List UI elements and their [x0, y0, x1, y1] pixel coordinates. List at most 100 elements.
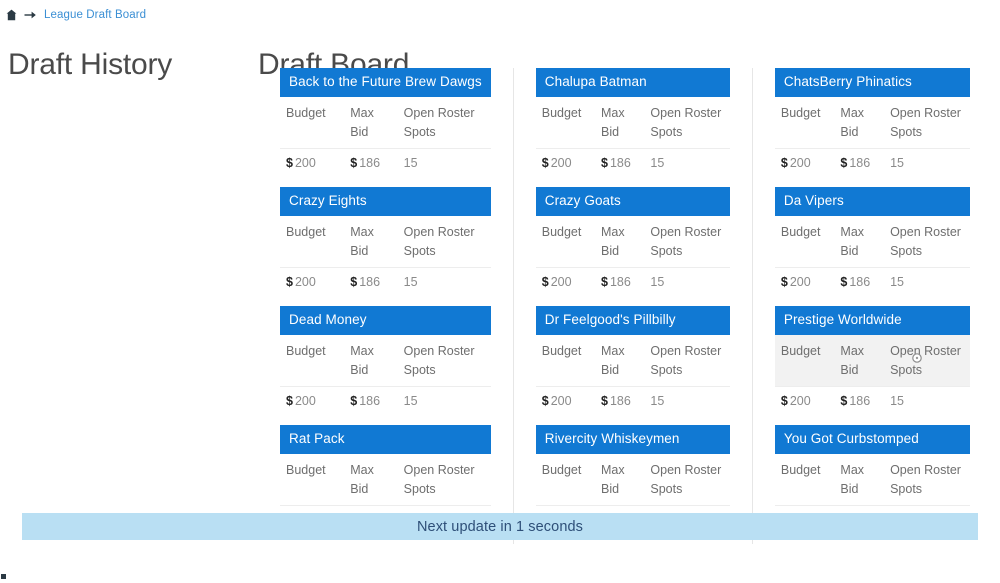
header-max-bid: Max Bid	[834, 335, 885, 387]
header-budget: Budget	[535, 216, 595, 268]
header-budget: Budget	[774, 454, 835, 506]
header-open-roster-spots: Open Roster Spots	[884, 97, 970, 149]
team-stats-value-row: $200$18615	[280, 268, 491, 295]
value-open-roster-spots: 15	[650, 156, 665, 170]
team-card-header[interactable]: Dr Feelgood's Pillbilly	[535, 306, 730, 335]
value-budget: $200	[280, 268, 344, 295]
header-max-bid: Max Bid	[344, 335, 398, 387]
value-budget: $200	[280, 149, 344, 176]
budget-amount: 200	[789, 394, 811, 408]
max-bid-amount: 186	[849, 394, 871, 408]
team-stats-header-row: Budget Max Bid Open Roster Spots	[280, 335, 491, 387]
header-budget: Budget	[280, 97, 345, 149]
team-card[interactable]: Da Vipers Budget Max Bid Open Roster Spots $…	[774, 187, 970, 295]
value-max-bid: $186	[595, 268, 644, 295]
max-bid-amount: 186	[849, 275, 871, 289]
team-card-header[interactable]: Crazy Eights	[280, 187, 491, 216]
draft-board-cell: Crazy Goats Budget Max Bid Open Roster Spot…	[514, 187, 753, 306]
value-budget: $200	[536, 387, 595, 414]
team-stats-value-row: $200$18615	[536, 268, 730, 295]
team-stats-table: BudgetMax BidOpen Roster Spots$200$18615	[774, 216, 970, 295]
arrow-right-icon	[24, 9, 37, 21]
header-open-roster-spots: Open Roster Spots	[397, 454, 491, 506]
team-stats-header-row: Budget Max Bid Open Roster Spots	[280, 97, 491, 149]
draft-board-cell: Dr Feelgood's Pillbilly Budget Max Bid Open…	[514, 306, 753, 425]
team-card-header[interactable]: Crazy Goats	[535, 187, 730, 216]
team-card[interactable]: Crazy Eights Budget Max Bid Open Roster Spo…	[280, 187, 491, 294]
header-budget: Budget	[535, 454, 595, 506]
budget-amount: 200	[550, 275, 572, 289]
team-card[interactable]: Chalupa Batman Budget Max Bid Open Roster S…	[535, 68, 730, 176]
team-stats-value-row: $200$18615	[536, 387, 730, 414]
currency-symbol: $	[840, 275, 848, 289]
header-max-bid: Max Bid	[594, 335, 645, 387]
value-max-bid: $186	[834, 387, 884, 414]
corner-artifact	[1, 574, 6, 579]
draft-board-cell: Back to the Future Brew Dawgs Budget Max B…	[258, 68, 514, 187]
breadcrumb-link-league-draft-board[interactable]: League Draft Board	[44, 8, 146, 22]
currency-symbol: $	[780, 394, 788, 408]
max-bid-amount: 186	[359, 156, 381, 170]
team-card[interactable]: Prestige Worldwide Budget Max Bid Open Rost…	[774, 306, 970, 414]
max-bid-amount: 186	[359, 275, 381, 289]
team-stats-value-row: $200$18615	[775, 268, 970, 295]
currency-symbol: $	[286, 156, 293, 170]
value-max-bid: $186	[834, 268, 884, 295]
team-stats-table: BudgetMax BidOpen Roster Spots$200$18615	[280, 216, 491, 294]
team-card[interactable]: Crazy Goats Budget Max Bid Open Roster Spot…	[535, 187, 730, 295]
team-stats-table: BudgetMax BidOpen Roster Spots$200$18615	[535, 216, 730, 295]
team-card-header[interactable]: Chalupa Batman	[535, 68, 730, 97]
team-card-header[interactable]: Da Vipers	[774, 187, 970, 216]
draft-board-cell: ChatsBerry Phinatics Budget Max Bid Open Ro…	[753, 68, 992, 187]
team-card[interactable]: Back to the Future Brew Dawgs Budget Max B…	[280, 68, 491, 175]
home-icon[interactable]	[6, 9, 17, 21]
header-budget: Budget	[280, 216, 345, 268]
currency-symbol: $	[350, 156, 358, 170]
draft-board-grid: Back to the Future Brew Dawgs Budget Max B…	[258, 68, 992, 544]
value-open-roster-spots: 15	[403, 156, 418, 170]
team-card[interactable]: Dead Money Budget Max Bid Open Roster Spots…	[280, 306, 491, 413]
team-stats-table: BudgetMax BidOpen Roster Spots$200$18615	[774, 335, 970, 414]
header-budget: Budget	[280, 335, 345, 387]
header-budget: Budget	[774, 97, 835, 149]
value-open-roster-spots: 15	[890, 394, 904, 408]
header-open-roster-spots: Open Roster Spots	[397, 97, 491, 149]
status-bar: Next update in 1 seconds	[22, 513, 978, 540]
draft-board-cell: Crazy Eights Budget Max Bid Open Roster Spo…	[258, 187, 514, 306]
header-budget: Budget	[774, 216, 835, 268]
header-open-roster-spots: Open Roster Spots	[397, 335, 491, 387]
team-card-header[interactable]: Rivercity Whiskeymen	[535, 425, 730, 454]
value-budget: $200	[775, 149, 835, 176]
team-card[interactable]: Dr Feelgood's Pillbilly Budget Max Bid Open…	[535, 306, 730, 414]
max-bid-amount: 186	[359, 394, 381, 408]
currency-symbol: $	[541, 394, 549, 408]
team-card[interactable]: ChatsBerry Phinatics Budget Max Bid Open Ro…	[774, 68, 970, 176]
draft-board-cell: Dead Money Budget Max Bid Open Roster Spots…	[258, 306, 514, 425]
value-budget: $200	[280, 387, 344, 414]
team-card-header[interactable]: You Got Curbstomped	[774, 425, 970, 454]
team-card-header[interactable]: Rat Pack	[280, 425, 491, 454]
team-stats-header-row: Budget Max Bid Open Roster Spots	[774, 335, 970, 387]
max-bid-amount: 186	[849, 156, 871, 170]
draft-board-cell: Prestige Worldwide Budget Max Bid Open Rost…	[753, 306, 992, 425]
value-budget: $200	[536, 149, 595, 176]
header-max-bid: Max Bid	[834, 454, 885, 506]
currency-symbol: $	[600, 394, 608, 408]
header-max-bid: Max Bid	[594, 454, 645, 506]
team-card-header[interactable]: Dead Money	[280, 306, 491, 335]
max-bid-amount: 186	[609, 275, 631, 289]
team-card-header[interactable]: Prestige Worldwide	[774, 306, 970, 335]
team-stats-table: BudgetMax BidOpen Roster Spots$200$18615	[774, 97, 970, 176]
header-open-roster-spots: Open Roster Spots	[884, 335, 970, 387]
header-open-roster-spots: Open Roster Spots	[884, 216, 970, 268]
value-budget: $200	[775, 387, 835, 414]
team-card-header[interactable]: ChatsBerry Phinatics	[774, 68, 970, 97]
value-open-roster-spots: 15	[890, 275, 904, 289]
header-open-roster-spots: Open Roster Spots	[644, 97, 730, 149]
value-open-roster-spots: 15	[650, 275, 665, 289]
value-open-roster-spots: 15	[403, 275, 418, 289]
header-max-bid: Max Bid	[344, 97, 398, 149]
budget-amount: 200	[294, 156, 316, 170]
currency-symbol: $	[840, 156, 848, 170]
team-card-header[interactable]: Back to the Future Brew Dawgs	[280, 68, 491, 97]
